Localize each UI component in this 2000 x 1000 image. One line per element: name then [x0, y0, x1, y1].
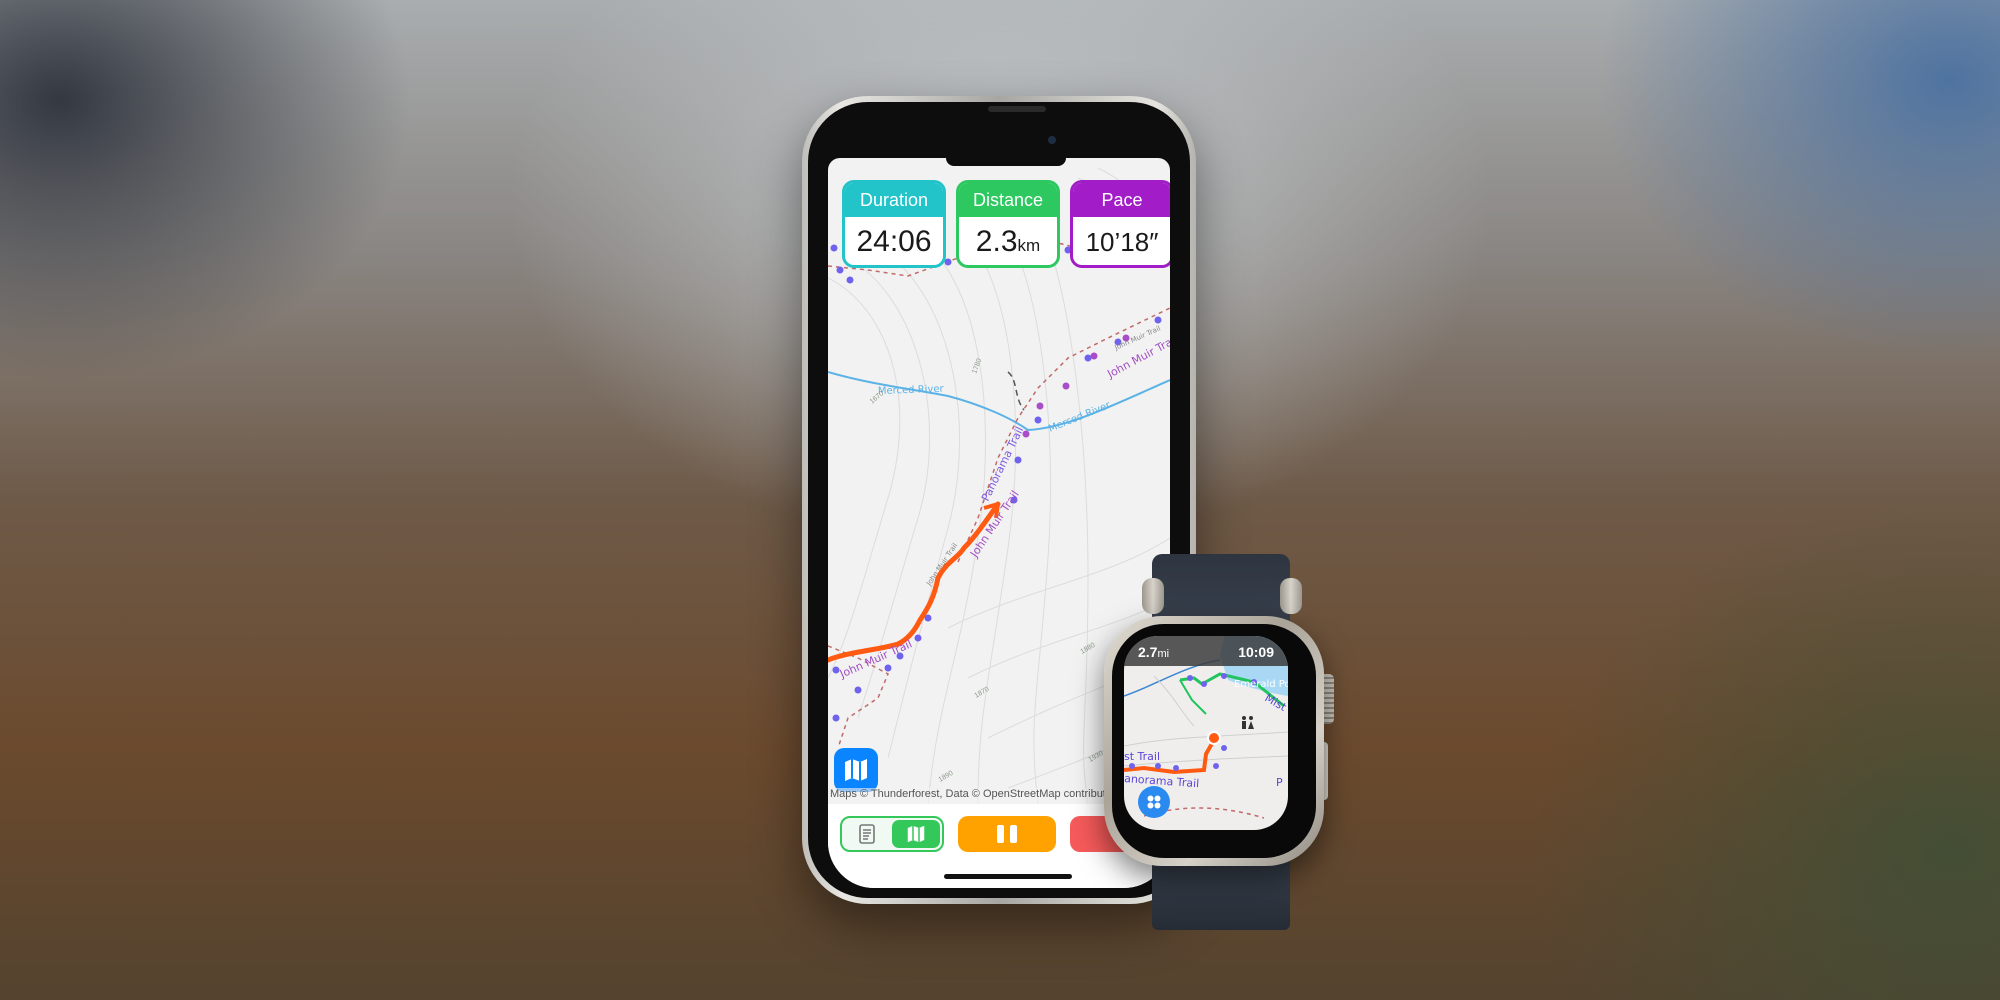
pause-icon-bar — [1010, 825, 1017, 843]
duration-value: 24:06 — [856, 225, 932, 258]
path-dashed — [1007, 371, 1025, 411]
pace-label: Pace — [1073, 183, 1170, 217]
recorded-track — [828, 501, 1001, 663]
document-icon — [859, 824, 875, 844]
watch-screen: Emerald Pool Mist st Trail anorama Trail… — [1124, 636, 1288, 830]
watch-distance: 2.7mi — [1138, 644, 1170, 660]
watch-menu-button[interactable] — [1138, 786, 1170, 818]
map-icon — [845, 759, 867, 781]
distance-value: 2.3km — [975, 225, 1041, 258]
label-mist-trail: st Trail — [1124, 750, 1160, 763]
earpiece — [988, 106, 1046, 112]
watch-lug — [1142, 578, 1164, 614]
distance-label: Distance — [959, 183, 1057, 217]
pace-value: 10’18″ — [1085, 227, 1159, 257]
current-location — [1207, 731, 1221, 745]
label-jmt-3: John Muir Trail — [837, 637, 914, 681]
pace-card: Pace 10’18″ — [1070, 180, 1170, 268]
watch-case: Emerald Pool Mist st Trail anorama Trail… — [1104, 616, 1324, 866]
duration-card: Duration 24:06 — [842, 180, 946, 268]
distance-card: Distance 2.3km — [956, 180, 1060, 268]
grid-dots-icon — [1147, 795, 1161, 809]
label-emerald-pool: Emerald Pool — [1234, 679, 1288, 690]
label-jmt-small-1: John Muir Trail — [924, 542, 959, 588]
merced-river — [828, 371, 1170, 432]
contour-label: 1890 — [938, 770, 955, 784]
front-camera — [1048, 136, 1056, 144]
distance-unit: km — [1017, 236, 1041, 255]
apple-watch-device: Emerald Pool Mist st Trail anorama Trail… — [1104, 554, 1340, 930]
duration-label: Duration — [845, 183, 943, 217]
view-toggle[interactable] — [840, 816, 944, 852]
map-icon — [907, 825, 925, 843]
watch-lug — [1280, 578, 1302, 614]
label-merced-river-2: Merced River — [1047, 400, 1113, 435]
list-view-button[interactable] — [842, 818, 892, 850]
map-layers-button[interactable] — [834, 748, 878, 792]
watch-time: 10:09 — [1238, 644, 1274, 660]
map-view-button[interactable] — [892, 820, 940, 848]
restroom-icon — [1242, 716, 1254, 729]
label-merced-river-1: Merced River — [878, 384, 945, 397]
notch — [946, 158, 1066, 166]
contour-label: 1880 — [1080, 642, 1097, 656]
pause-icon-bar — [997, 825, 1004, 843]
watch-status-bar: 2.7mi 10:09 — [1124, 636, 1288, 666]
contour-label: 1870 — [974, 686, 991, 700]
label-p: P — [1276, 776, 1283, 789]
home-indicator[interactable] — [944, 874, 1072, 879]
pause-button[interactable] — [958, 816, 1056, 852]
contour-label: 1780 — [971, 358, 983, 375]
contour-label: 1930 — [1088, 750, 1105, 764]
